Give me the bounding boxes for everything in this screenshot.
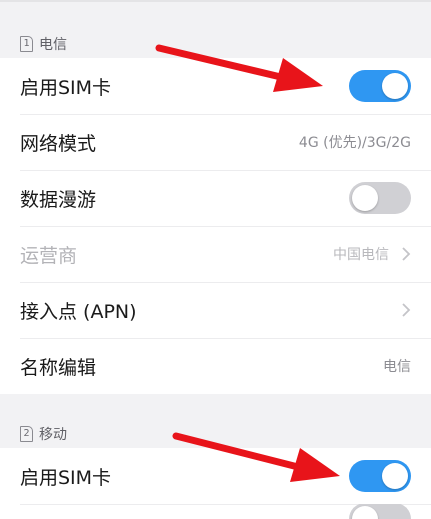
- sim1-enable-label: 启用SIM卡: [20, 76, 112, 99]
- toggle-knob: [382, 73, 408, 99]
- sim1-name-edit-row[interactable]: 名称编辑 电信: [0, 338, 431, 394]
- sim1-data-roaming-label: 数据漫游: [20, 188, 97, 211]
- chevron-right-icon: [402, 303, 411, 317]
- sim1-operator-row[interactable]: 运营商 中国电信: [0, 226, 431, 282]
- sim1-enable-toggle[interactable]: [349, 70, 411, 102]
- sim1-operator-label: 运营商: [20, 244, 78, 267]
- sim1-name-edit-value: 电信: [383, 359, 411, 375]
- sim1-name-edit-label: 名称编辑: [20, 356, 97, 379]
- sim1-settings-card: 启用SIM卡 网络模式 4G (优先)/3G/2G 数据漫游 运营商 中国电信 …: [0, 58, 431, 394]
- toggle-knob: [352, 185, 378, 211]
- sim2-next-row[interactable]: [0, 504, 431, 519]
- sim1-operator-value: 中国电信: [333, 247, 389, 263]
- sim1-network-mode-row[interactable]: 网络模式 4G (优先)/3G/2G: [0, 114, 431, 170]
- toggle-knob: [382, 463, 408, 489]
- sim1-carrier-label: 电信: [39, 37, 67, 53]
- sim-card-icon: 1: [20, 36, 33, 52]
- sim2-next-toggle[interactable]: [349, 504, 411, 519]
- sim1-data-roaming-toggle[interactable]: [349, 182, 411, 214]
- sim1-data-roaming-row[interactable]: 数据漫游: [0, 170, 431, 226]
- chevron-right-icon: [402, 247, 411, 261]
- sim2-enable-row[interactable]: 启用SIM卡: [0, 448, 431, 504]
- sim1-enable-row[interactable]: 启用SIM卡: [0, 58, 431, 114]
- top-divider: [0, 0, 431, 2]
- sim2-enable-toggle[interactable]: [349, 460, 411, 492]
- sim1-network-mode-value: 4G (优先)/3G/2G: [298, 135, 411, 151]
- sim-card-icon: 2: [20, 426, 33, 442]
- toggle-knob: [352, 505, 378, 519]
- sim2-settings-card: 启用SIM卡: [0, 448, 431, 519]
- sim1-apn-row[interactable]: 接入点 (APN): [0, 282, 431, 338]
- sim-settings-page: 1 电信 启用SIM卡 网络模式 4G (优先)/3G/2G 数据漫游 运营商 …: [0, 0, 431, 519]
- sim2-carrier-label: 移动: [39, 427, 67, 443]
- sim2-enable-label: 启用SIM卡: [20, 466, 112, 489]
- sim1-network-mode-label: 网络模式: [20, 132, 97, 155]
- sim1-apn-label: 接入点 (APN): [20, 300, 137, 323]
